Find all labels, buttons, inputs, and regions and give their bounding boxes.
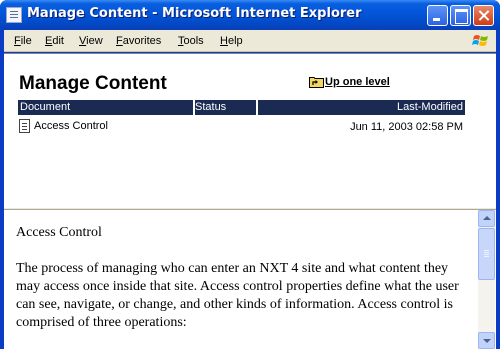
menu-tools[interactable]: Tools: [178, 35, 204, 47]
folder-up-icon: [309, 77, 324, 88]
document-icon: [6, 7, 22, 23]
menu-file[interactable]: File: [14, 35, 32, 47]
menu-favorites[interactable]: Favorites: [116, 35, 161, 47]
menu-view[interactable]: View: [79, 35, 103, 47]
window-title: Manage Content - Microsoft Internet Expl…: [27, 6, 362, 21]
up-one-level-label[interactable]: Up one level: [325, 76, 390, 88]
document-view-frame: Access Control The process of managing w…: [4, 210, 496, 349]
close-button[interactable]: [473, 5, 494, 26]
table-header: Document Status Last-Modified: [18, 100, 465, 115]
document-icon: [19, 119, 30, 133]
column-divider: [256, 100, 258, 115]
scroll-down-button[interactable]: [478, 332, 495, 349]
document-content: Access Control The process of managing w…: [16, 224, 466, 332]
last-modified-value: Jun 11, 2003 02:58 PM: [350, 121, 463, 133]
table-row[interactable]: Access Control Jun 11, 2003 02:58 PM: [18, 118, 465, 134]
vertical-scrollbar[interactable]: [478, 210, 495, 349]
document-heading: Access Control: [16, 225, 102, 240]
scroll-thumb[interactable]: [478, 228, 495, 280]
window-frame-right: [496, 30, 500, 349]
menu-edit[interactable]: Edit: [45, 35, 64, 47]
content-list-frame: Manage Content Up one level Document Sta…: [4, 53, 496, 207]
column-header-document: Document: [20, 101, 71, 113]
maximize-button[interactable]: [450, 5, 471, 26]
menu-bar: File Edit View Favorites Tools Help: [4, 30, 496, 52]
windows-logo-icon: [472, 35, 488, 46]
page-title: Manage Content: [19, 73, 167, 94]
up-one-level-link[interactable]: Up one level: [309, 75, 390, 88]
column-header-last-modified: Last-Modified: [396, 101, 463, 113]
browser-window: Manage Content - Microsoft Internet Expl…: [0, 0, 500, 349]
column-header-status: Status: [195, 101, 227, 113]
menu-help[interactable]: Help: [220, 35, 243, 47]
minimize-button[interactable]: [427, 5, 448, 26]
document-body-text: The process of managing who can enter an…: [16, 261, 459, 330]
title-bar[interactable]: Manage Content - Microsoft Internet Expl…: [0, 0, 500, 30]
scroll-up-button[interactable]: [478, 210, 495, 227]
document-name-link[interactable]: Access Control: [34, 120, 108, 132]
